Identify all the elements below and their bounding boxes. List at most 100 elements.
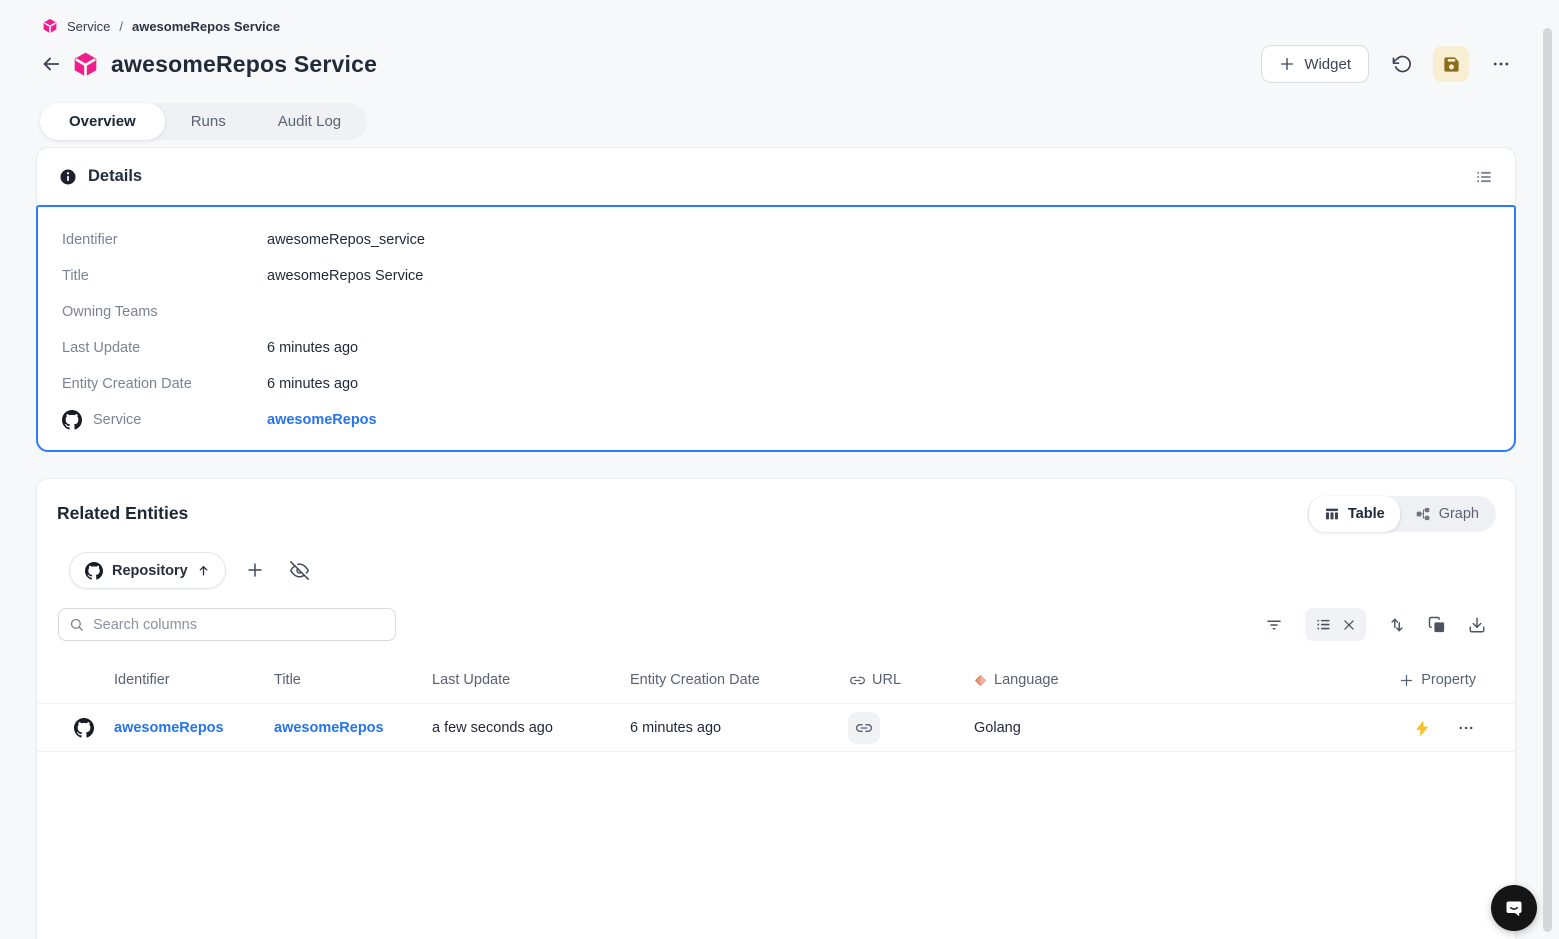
add-relation-button[interactable]: [241, 556, 269, 584]
column-header-entity-creation-date[interactable]: Entity Creation Date: [630, 656, 760, 704]
details-title: Details: [88, 167, 143, 185]
detail-label: Last Update: [62, 340, 141, 356]
plus-icon: [1399, 673, 1414, 688]
column-header-url-label: URL: [872, 672, 902, 688]
scrollbar[interactable]: [1543, 28, 1552, 932]
column-header-url[interactable]: URL: [850, 656, 901, 704]
sort-arrows-icon: [1388, 616, 1406, 634]
chat-launcher-button[interactable]: [1491, 885, 1537, 931]
column-header-identifier[interactable]: Identifier: [114, 656, 170, 704]
hide-columns-button[interactable]: [285, 556, 313, 584]
table-toolbar: [1265, 608, 1486, 641]
column-header-last-update[interactable]: Last Update: [432, 656, 510, 704]
breadcrumb: Service / awesomeRepos Service: [42, 18, 280, 34]
search-icon: [69, 617, 84, 632]
details-list-view-icon[interactable]: [1475, 168, 1493, 186]
save-button[interactable]: [1433, 46, 1469, 82]
detail-value: 6 minutes ago: [267, 376, 359, 392]
filter-button[interactable]: [1265, 616, 1283, 634]
column-header-title[interactable]: Title: [274, 656, 301, 704]
detail-row-service: Service awesomeRepos: [38, 402, 1514, 438]
ellipsis-icon: [1491, 54, 1511, 74]
row-url-link-button[interactable]: [848, 712, 880, 744]
clear-group-button[interactable]: [1342, 618, 1356, 632]
chat-bubble-icon: [1502, 896, 1526, 920]
table-view-button[interactable]: Table: [1308, 496, 1400, 532]
row-identifier-link[interactable]: awesomeRepos: [114, 720, 224, 736]
service-link[interactable]: awesomeRepos: [267, 412, 377, 428]
plus-icon: [1279, 56, 1295, 72]
github-icon: [85, 561, 103, 580]
undo-button[interactable]: [1383, 46, 1419, 82]
undo-icon: [1391, 54, 1411, 74]
list-view-button[interactable]: [1315, 616, 1332, 633]
repository-filter-pill[interactable]: Repository: [69, 552, 226, 589]
tab-audit-log[interactable]: Audit Log: [252, 103, 367, 140]
detail-row-entity-creation-date: Entity Creation Date 6 minutes ago: [38, 366, 1514, 402]
link-icon: [850, 673, 865, 688]
list-icon: [1315, 616, 1332, 633]
table-row[interactable]: awesomeRepos awesomeRepos a few seconds …: [37, 704, 1515, 752]
lightning-bolt-icon: [1414, 720, 1431, 737]
repository-filter-label: Repository: [112, 562, 188, 579]
view-toggle: Table Graph: [1306, 496, 1496, 532]
link-icon: [856, 720, 872, 736]
copy-button[interactable]: [1428, 616, 1446, 634]
back-arrow-icon: [40, 53, 62, 75]
row-entity-creation-date: 6 minutes ago: [630, 720, 722, 736]
breadcrumb-current: awesomeRepos Service: [131, 18, 281, 34]
arrow-up-icon: [197, 564, 210, 577]
tab-overview[interactable]: Overview: [40, 103, 165, 140]
page-title: awesomeRepos Service: [111, 50, 378, 77]
more-options-button[interactable]: [1483, 46, 1519, 82]
page-header: awesomeRepos Service Widget: [38, 44, 1519, 84]
add-property-label: Property: [1421, 672, 1476, 688]
filter-icon: [1265, 616, 1283, 634]
eye-off-icon: [289, 560, 309, 580]
add-property-button[interactable]: Property: [1399, 656, 1476, 704]
service-cube-icon: [42, 18, 58, 34]
row-more-button[interactable]: [1451, 704, 1481, 752]
detail-row-identifier: Identifier awesomeRepos_service: [38, 222, 1514, 258]
diamond-icon: [974, 674, 987, 687]
detail-label: Identifier: [62, 232, 118, 248]
details-properties[interactable]: Identifier awesomeRepos_service Title aw…: [36, 205, 1516, 452]
group-by-chip: [1305, 608, 1366, 641]
related-entities-table: Identifier Title Last Update Entity Crea…: [37, 656, 1515, 752]
download-button[interactable]: [1468, 616, 1486, 634]
add-widget-button[interactable]: Widget: [1261, 45, 1369, 83]
sort-button[interactable]: [1388, 616, 1406, 634]
row-title-link[interactable]: awesomeRepos: [274, 720, 384, 736]
row-language: Golang: [974, 720, 1021, 736]
header-actions: Widget: [1261, 45, 1519, 83]
detail-label: Service: [62, 410, 267, 430]
back-button[interactable]: [38, 51, 64, 77]
details-header: Details: [37, 148, 1515, 205]
plus-icon: [246, 561, 264, 579]
github-icon: [74, 704, 94, 752]
close-icon: [1342, 618, 1356, 632]
column-header-language-label: Language: [994, 672, 1059, 688]
related-entities-title: Related Entities: [57, 503, 189, 523]
graph-view-button[interactable]: Graph: [1400, 498, 1494, 530]
info-icon: [59, 168, 77, 186]
graph-view-label: Graph: [1438, 506, 1479, 522]
breadcrumb-section[interactable]: Service: [67, 19, 110, 34]
column-header-language[interactable]: Language: [974, 656, 1059, 704]
actions-bolt-button[interactable]: [1414, 704, 1431, 752]
search-columns-box: [58, 608, 396, 641]
search-columns-input[interactable]: [93, 616, 385, 633]
related-entities-widget: Related Entities Table Graph Repository: [36, 478, 1516, 939]
tab-runs[interactable]: Runs: [165, 103, 252, 140]
download-icon: [1468, 616, 1486, 634]
entity-page: Service / awesomeRepos Service awesomeRe…: [0, 0, 1559, 939]
detail-label: Owning Teams: [62, 304, 158, 320]
table-icon: [1324, 506, 1340, 522]
detail-label: Entity Creation Date: [62, 376, 192, 392]
add-widget-label: Widget: [1304, 55, 1351, 73]
detail-row-owning-teams: Owning Teams: [38, 294, 1514, 330]
detail-row-last-update: Last Update 6 minutes ago: [38, 330, 1514, 366]
page-tabs: Overview Runs Audit Log: [40, 103, 368, 140]
details-widget: Details Identifier awesomeRepos_service …: [36, 147, 1516, 452]
ellipsis-icon: [1457, 719, 1475, 737]
